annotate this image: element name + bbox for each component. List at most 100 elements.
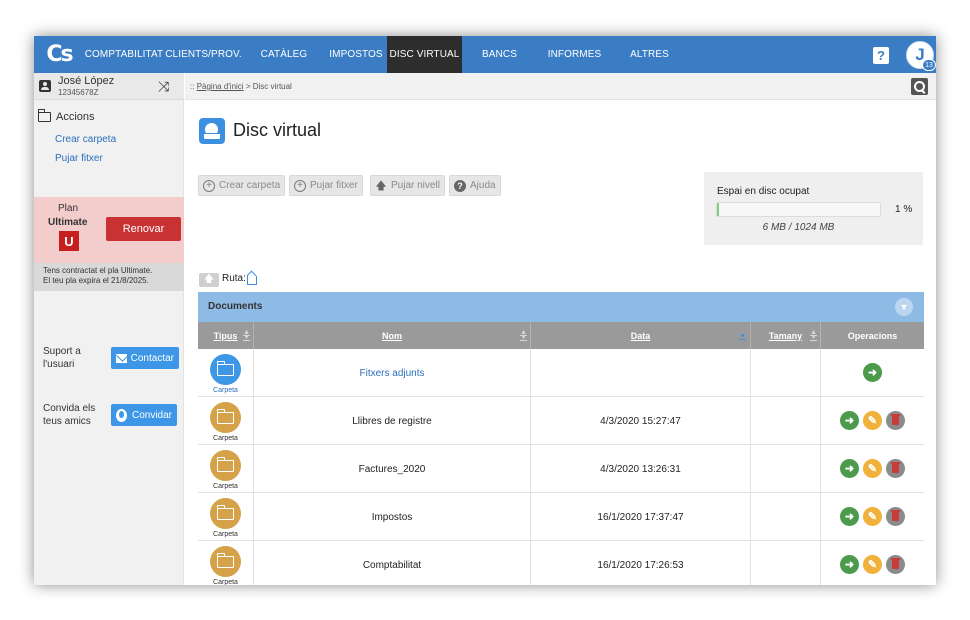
- search-icon[interactable]: [911, 78, 928, 95]
- help-button[interactable]: ? Ajuda: [449, 175, 501, 196]
- chevron-down-icon[interactable]: ▼: [895, 298, 913, 316]
- open-arrow-icon[interactable]: ➜: [840, 459, 859, 478]
- plan-info-line: Tens contractat el pla Ultimate.: [43, 266, 153, 275]
- table-row[interactable]: Carpeta Comptabilitat 16/1/2020 17:26:53…: [198, 541, 924, 585]
- contact-button[interactable]: Contactar: [111, 347, 179, 369]
- plan-logo: U: [59, 231, 79, 251]
- folder-icon[interactable]: [210, 402, 241, 433]
- folder-icon[interactable]: [210, 546, 241, 577]
- upload-file-button[interactable]: + Pujar fitxer: [289, 175, 363, 196]
- delete-trash-icon[interactable]: [886, 411, 905, 430]
- disk-usage-title: Espai en disc ocupat: [717, 186, 810, 197]
- cell-operations: ➜ ✎: [821, 493, 924, 541]
- open-arrow-icon[interactable]: ➜: [840, 411, 859, 430]
- contact-button-label: Contactar: [130, 352, 174, 364]
- cell-size: [751, 445, 821, 493]
- sidebar-link-upload-file[interactable]: Pujar fitxer: [55, 153, 103, 164]
- user-bar: José López 12345678Z ⤨: [34, 73, 184, 100]
- plan-info: Tens contractat el pla Ultimate. El teu …: [34, 263, 184, 291]
- nav-clients-prov[interactable]: CLIENTS/PROV.: [164, 36, 243, 73]
- cell-name[interactable]: Factures_2020: [254, 445, 531, 493]
- cell-operations: ➜ ✎: [821, 541, 924, 585]
- delete-trash-icon[interactable]: [886, 459, 905, 478]
- mail-icon: [116, 353, 127, 363]
- support-label-line1: Suport a: [43, 346, 81, 357]
- column-nom[interactable]: Nom ▲ ▼: [254, 322, 531, 349]
- question-icon: ?: [454, 179, 466, 192]
- invite-button[interactable]: Convidar: [111, 404, 177, 426]
- app-logo[interactable]: Cs: [34, 36, 84, 73]
- table-row[interactable]: Carpeta Fitxers adjunts ➜: [198, 349, 924, 397]
- folder-icon[interactable]: [210, 354, 241, 385]
- nav-bancs[interactable]: BANCS: [462, 36, 537, 73]
- edit-pencil-icon[interactable]: ✎: [863, 459, 882, 478]
- virtual-disk-icon: [199, 118, 225, 144]
- column-tamany-label: Tamany: [768, 330, 803, 341]
- sort-icon: ▲ ▼: [810, 329, 817, 341]
- path-label-text: Ruta:: [222, 273, 246, 284]
- disk-usage-fill: [717, 203, 719, 216]
- level-up-button[interactable]: 🡅 Pujar nivell: [370, 175, 445, 196]
- cell-size: [751, 493, 821, 541]
- cell-name[interactable]: Comptabilitat: [254, 541, 531, 585]
- cell-type: Carpeta: [198, 541, 254, 585]
- folder-icon: [37, 109, 51, 122]
- folder-icon[interactable]: [210, 450, 241, 481]
- plus-circle-icon: +: [203, 179, 215, 192]
- page-title: Disc virtual: [233, 120, 322, 140]
- table-row[interactable]: Carpeta Llibres de registre 4/3/2020 15:…: [198, 397, 924, 445]
- column-tipus[interactable]: Tipus ▲ ▼: [198, 322, 254, 349]
- breadcrumb: :: Pàgina d'inici > Disc virtual: [190, 82, 292, 91]
- documents-header: Documents ▼: [198, 292, 924, 322]
- cell-type: Carpeta: [198, 493, 254, 541]
- delete-trash-icon[interactable]: [886, 507, 905, 526]
- cell-type: Carpeta: [198, 349, 254, 397]
- plan-label: Plan: [58, 203, 79, 214]
- open-arrow-icon[interactable]: ➜: [840, 555, 859, 574]
- nav-altres[interactable]: ALTRES: [612, 36, 687, 73]
- cell-size: [751, 541, 821, 585]
- renew-button[interactable]: Renovar: [106, 217, 181, 241]
- delete-trash-icon[interactable]: [886, 555, 905, 574]
- disk-usage-panel: Espai en disc ocupat 1 % 6 MB / 1024 MB: [704, 172, 923, 245]
- cell-name[interactable]: Fitxers adjunts: [254, 349, 531, 397]
- nav-informes[interactable]: INFORMES: [537, 36, 612, 73]
- table-row[interactable]: Carpeta Impostos 16/1/2020 17:37:47 ➜ ✎: [198, 493, 924, 541]
- edit-pencil-icon[interactable]: ✎: [863, 507, 882, 526]
- nav-cataleg[interactable]: CATÀLEG: [243, 36, 325, 73]
- cell-operations: ➜ ✎: [821, 397, 924, 445]
- open-arrow-icon[interactable]: ➜: [863, 363, 882, 382]
- type-label: Carpeta: [213, 387, 238, 394]
- table-row[interactable]: Carpeta Factures_2020 4/3/2020 13:26:31 …: [198, 445, 924, 493]
- home-icon[interactable]: [246, 276, 257, 285]
- nav-impostos[interactable]: IMPOSTOS: [325, 36, 387, 73]
- nav-comptabilitat[interactable]: COMPTABILITAT: [84, 36, 164, 73]
- cell-operations: ➜ ✎: [821, 445, 924, 493]
- cell-date: 16/1/2020 17:37:47: [531, 493, 751, 541]
- arrow-up-icon[interactable]: 🡅: [199, 273, 219, 287]
- folder-icon[interactable]: [210, 498, 241, 529]
- switch-user-icon[interactable]: ⤨: [158, 78, 169, 95]
- sidebar: José López 12345678Z ⤨ Accions Crear car…: [34, 73, 184, 585]
- breadcrumb-separator: >: [245, 82, 251, 91]
- column-data[interactable]: Data ▼: [531, 322, 751, 349]
- edit-pencil-icon[interactable]: ✎: [863, 555, 882, 574]
- edit-pencil-icon[interactable]: ✎: [863, 411, 882, 430]
- cell-name[interactable]: Impostos: [254, 493, 531, 541]
- notification-badge: 13: [922, 59, 936, 71]
- invite-label-line2: teus amics: [43, 416, 91, 427]
- breadcrumb-home-link[interactable]: Pàgina d'inici: [197, 82, 244, 91]
- arrow-up-icon: 🡅: [375, 179, 387, 192]
- plan-box: Plan Ultimate U Renovar: [34, 197, 184, 263]
- cell-name[interactable]: Llibres de registre: [254, 397, 531, 445]
- nav-disc-virtual[interactable]: DISC VIRTUAL: [387, 36, 462, 73]
- help-icon[interactable]: ?: [873, 47, 889, 64]
- invite-label-line1: Convida els: [43, 403, 96, 414]
- sort-icon: ▲ ▼: [520, 329, 527, 341]
- user-id: 12345678Z: [58, 88, 99, 97]
- create-folder-button[interactable]: + Crear carpeta: [198, 175, 286, 196]
- open-arrow-icon[interactable]: ➜: [840, 507, 859, 526]
- column-nom-label: Nom: [382, 330, 402, 341]
- column-tamany[interactable]: Tamany ▲ ▼: [751, 322, 821, 349]
- sidebar-link-create-folder[interactable]: Crear carpeta: [55, 134, 116, 145]
